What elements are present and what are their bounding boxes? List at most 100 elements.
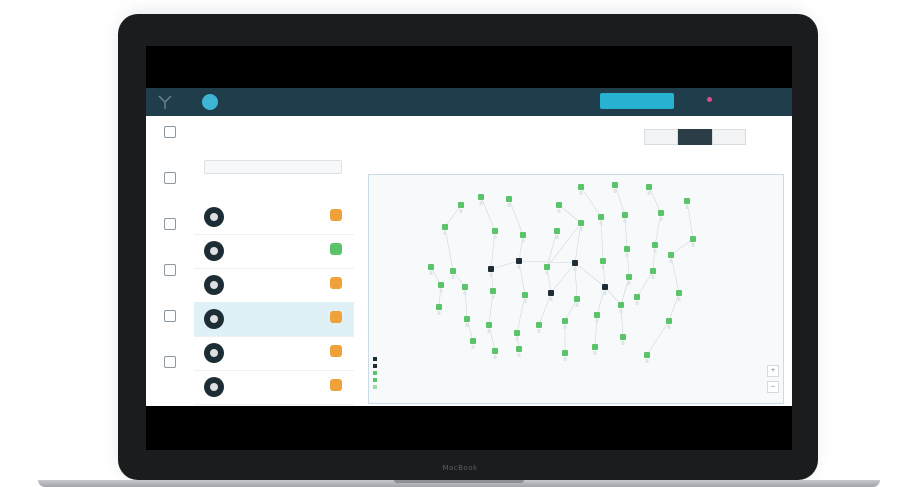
graph-node-label — [563, 325, 567, 329]
graph-node-label — [627, 281, 631, 285]
graph-node[interactable] — [622, 212, 628, 218]
graph-node[interactable] — [506, 196, 512, 202]
graph-node-label — [563, 357, 567, 361]
graph-edge — [558, 204, 582, 224]
list-item[interactable] — [194, 336, 354, 371]
list-item[interactable] — [194, 200, 354, 235]
graph-node[interactable] — [492, 348, 498, 354]
list-item[interactable] — [194, 370, 354, 405]
graph-node[interactable] — [536, 322, 542, 328]
graph-node[interactable] — [458, 202, 464, 208]
app-logo-icon[interactable] — [156, 93, 174, 111]
graph-node[interactable] — [548, 290, 554, 296]
list-item[interactable] — [194, 268, 354, 303]
graph-node[interactable] — [478, 194, 484, 200]
graph-node[interactable] — [658, 210, 664, 216]
graph-node[interactable] — [676, 290, 682, 296]
graph-node-label — [579, 227, 583, 231]
graph-node[interactable] — [436, 304, 442, 310]
graph-node[interactable] — [592, 344, 598, 350]
graph-node[interactable] — [492, 228, 498, 234]
graph-node[interactable] — [462, 284, 468, 290]
graph-node[interactable] — [578, 220, 584, 226]
nav-item-2[interactable] — [146, 166, 194, 210]
graph-edge — [490, 268, 494, 292]
graph-node[interactable] — [618, 302, 624, 308]
graph-node[interactable] — [442, 224, 448, 230]
app-screen: + − — [146, 88, 792, 406]
graph-edge — [646, 320, 670, 356]
nav-item-3[interactable] — [146, 212, 194, 256]
graph-node[interactable] — [594, 312, 600, 318]
graph-node[interactable] — [574, 296, 580, 302]
zoom-out-button[interactable]: − — [767, 381, 779, 393]
graph-node[interactable] — [554, 228, 560, 234]
graph-node-label — [549, 297, 553, 301]
zoom-in-button[interactable]: + — [767, 365, 779, 377]
nav-item-5[interactable] — [146, 304, 194, 348]
graph-node[interactable] — [556, 202, 562, 208]
graph-node[interactable] — [634, 294, 640, 300]
list-item[interactable] — [194, 234, 354, 269]
graph-node-label — [493, 235, 497, 239]
entity-list-panel — [194, 116, 355, 406]
graph-node[interactable] — [602, 284, 608, 290]
graph-node[interactable] — [646, 184, 652, 190]
nav-item-4[interactable] — [146, 258, 194, 302]
graph-edge — [652, 244, 656, 272]
graph-edge — [580, 186, 602, 218]
graph-node[interactable] — [690, 236, 696, 242]
graph-node[interactable] — [572, 260, 578, 266]
graph-node[interactable] — [516, 258, 522, 264]
graph-node[interactable] — [562, 350, 568, 356]
status-badge — [330, 311, 342, 323]
graph-node[interactable] — [668, 252, 674, 258]
graph-node-label — [517, 265, 521, 269]
graph-node[interactable] — [620, 334, 626, 340]
nav-item-6[interactable] — [146, 350, 194, 394]
graph-node[interactable] — [464, 316, 470, 322]
graph-node[interactable] — [578, 184, 584, 190]
header-notifications-link[interactable] — [704, 97, 712, 103]
graph-node[interactable] — [626, 274, 632, 280]
view-toggle-3[interactable] — [712, 129, 746, 145]
graph-node[interactable] — [428, 264, 434, 270]
legend-swatch — [373, 364, 377, 368]
legend-item — [373, 376, 379, 383]
graph-node[interactable] — [450, 268, 456, 274]
graph-node[interactable] — [600, 258, 606, 264]
graph-node[interactable] — [514, 330, 520, 336]
graph-node[interactable] — [544, 264, 550, 270]
graph-node[interactable] — [684, 198, 690, 204]
graph-node[interactable] — [520, 232, 526, 238]
list-item-selected[interactable] — [194, 302, 354, 337]
graph-node-label — [489, 273, 493, 277]
view-toggle-2[interactable] — [678, 129, 712, 145]
graph-node[interactable] — [488, 266, 494, 272]
graph-node[interactable] — [624, 246, 630, 252]
view-toggle-1[interactable] — [644, 129, 678, 145]
graph-node[interactable] — [598, 214, 604, 220]
graph-node[interactable] — [612, 182, 618, 188]
graph-node[interactable] — [470, 338, 476, 344]
graph-node[interactable] — [516, 346, 522, 352]
graph-node-label — [593, 351, 597, 355]
network-graph[interactable]: + − — [368, 174, 784, 404]
graph-node[interactable] — [650, 268, 656, 274]
graph-node[interactable] — [666, 318, 672, 324]
network-graph-canvas[interactable] — [369, 175, 783, 403]
graph-edge — [636, 270, 654, 298]
nav-item-icon — [164, 310, 176, 322]
graph-node[interactable] — [652, 242, 658, 248]
graph-edge — [602, 260, 606, 288]
header-action-button[interactable] — [600, 93, 674, 109]
graph-node[interactable] — [644, 352, 650, 358]
nav-item-1[interactable] — [146, 120, 194, 164]
graph-node[interactable] — [522, 292, 528, 298]
graph-edge — [550, 262, 576, 294]
list-filter-input[interactable] — [204, 160, 342, 174]
graph-node[interactable] — [562, 318, 568, 324]
graph-node[interactable] — [438, 282, 444, 288]
graph-node[interactable] — [486, 322, 492, 328]
graph-node[interactable] — [490, 288, 496, 294]
